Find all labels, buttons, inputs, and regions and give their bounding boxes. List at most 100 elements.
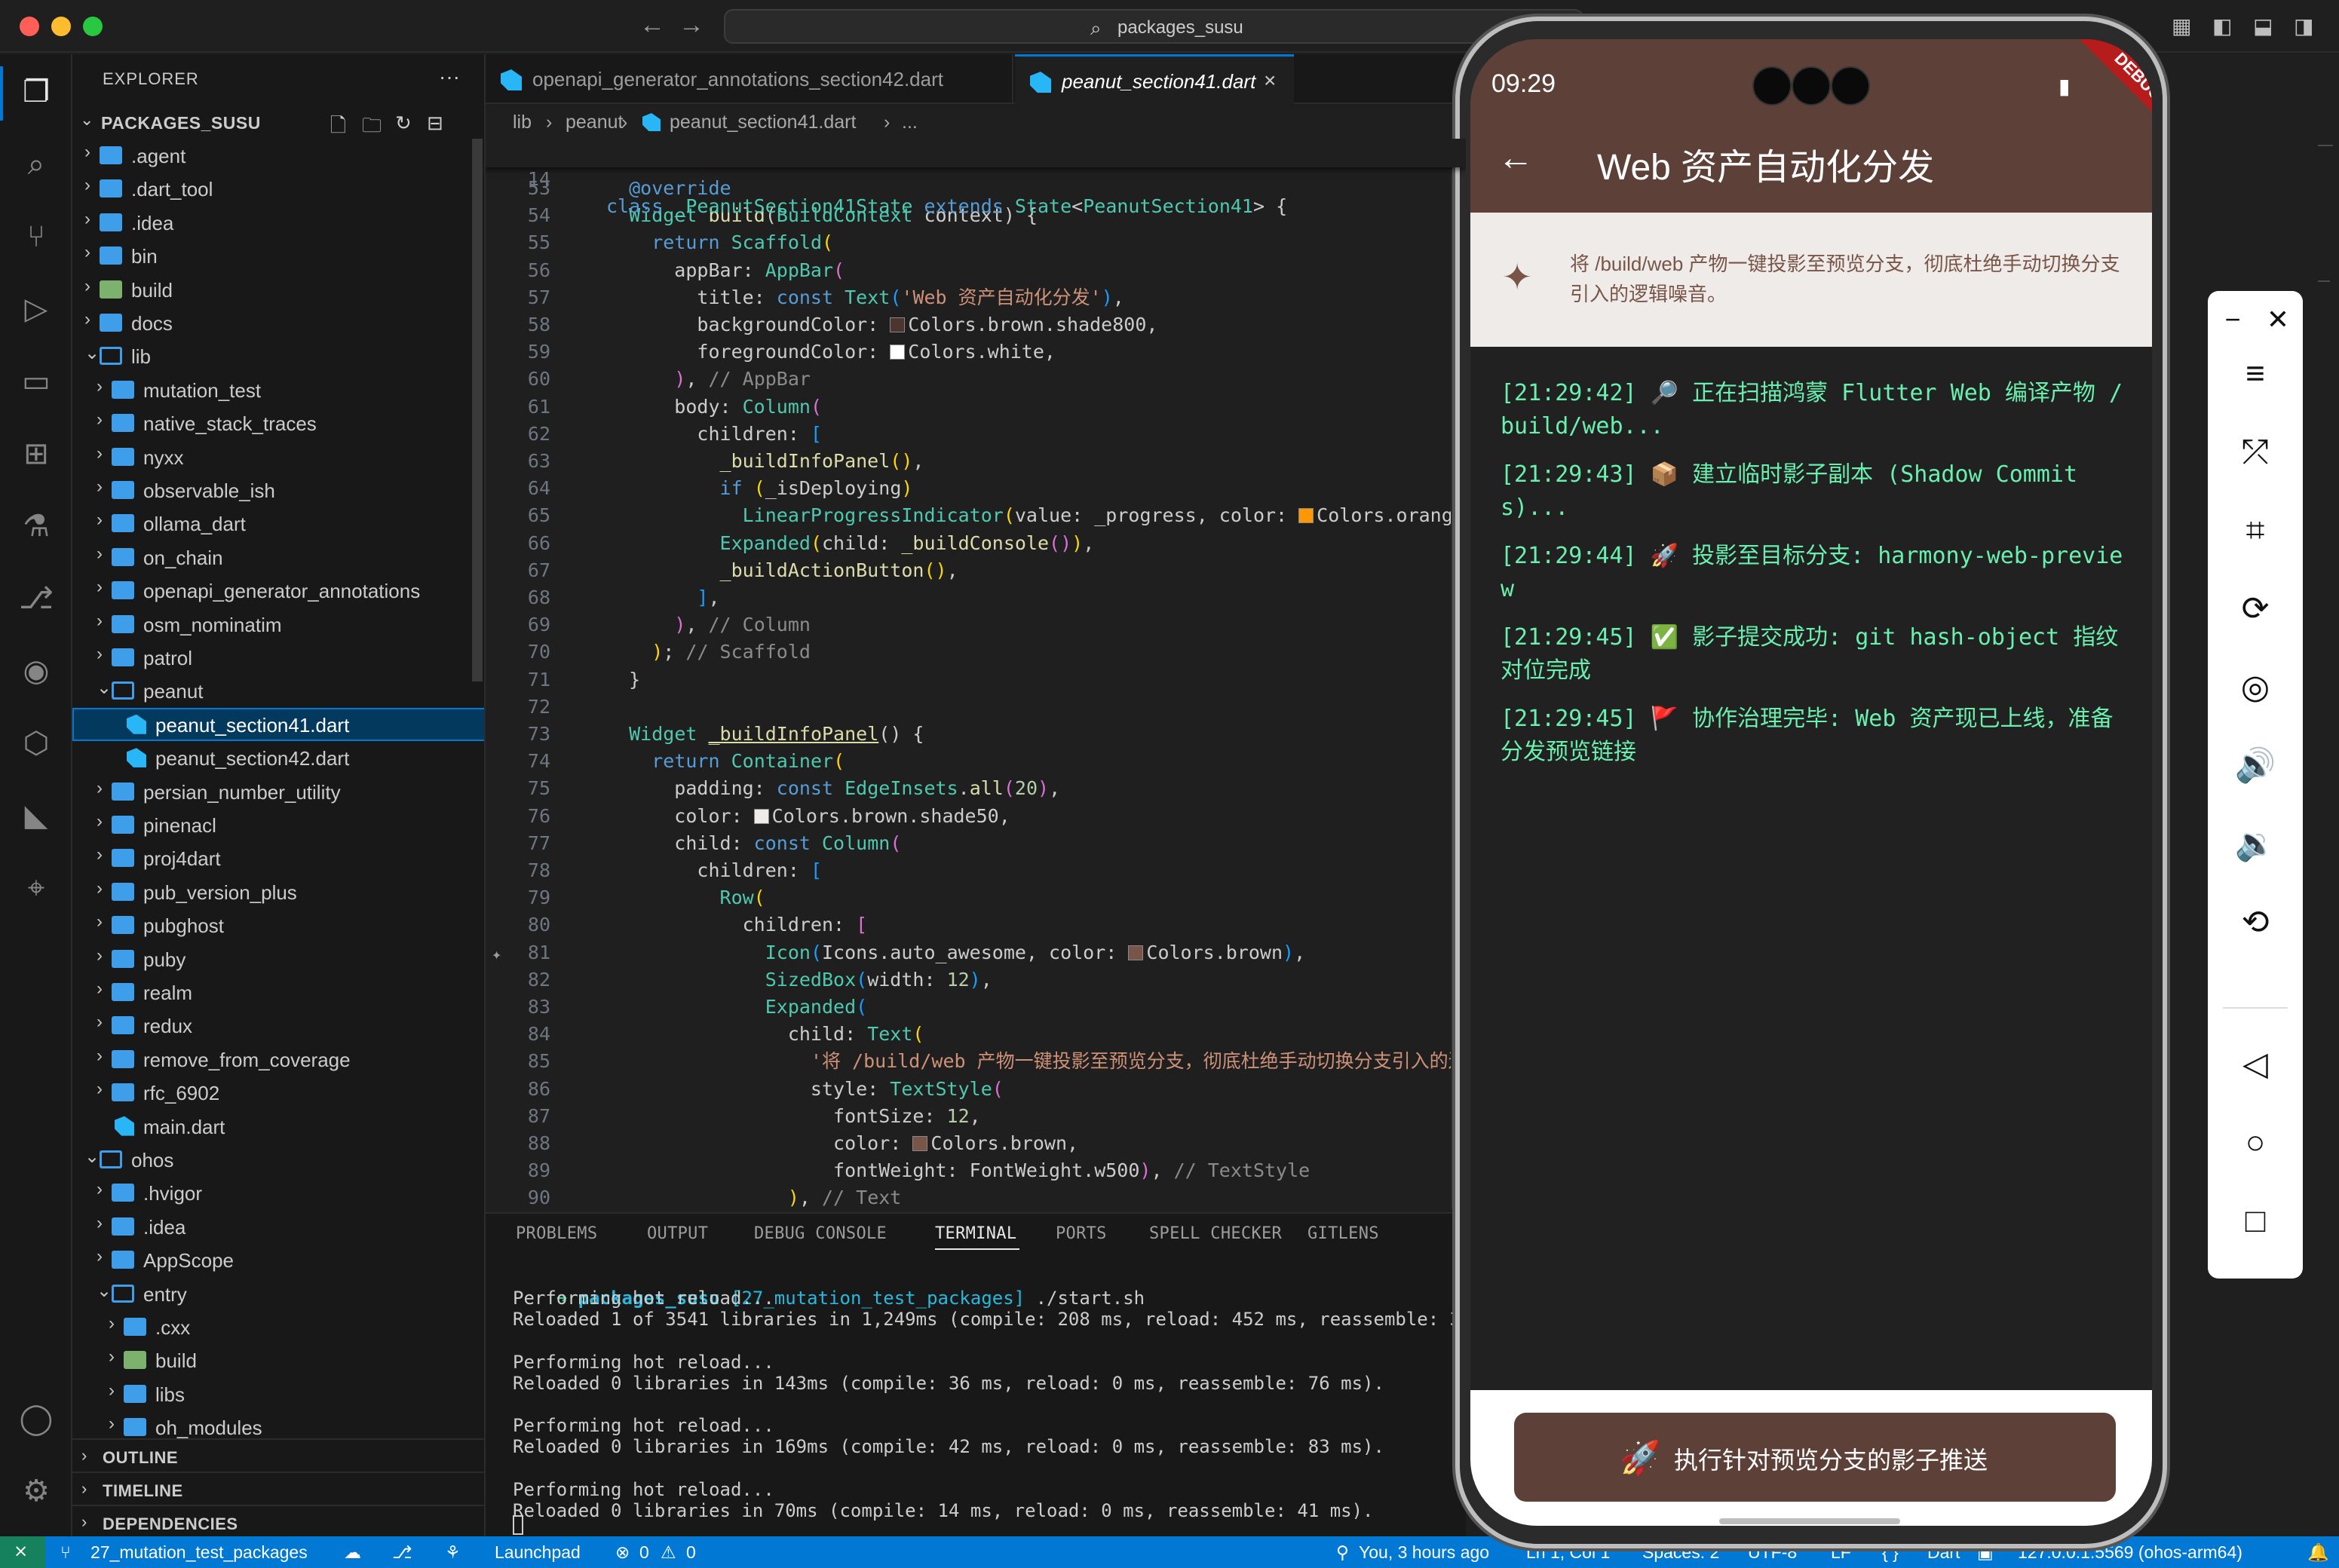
command-center[interactable]: ⌕ packages_susu <box>724 9 1583 44</box>
code-line[interactable]: 70 ); // Scaffold <box>486 639 1466 666</box>
folder-item[interactable]: › .agent <box>72 139 484 172</box>
folder-item[interactable]: › pubghost <box>72 908 484 942</box>
flutter-icon[interactable]: ◣ <box>18 798 54 834</box>
close-icon[interactable]: ✕ <box>2230 297 2325 342</box>
folder-item[interactable]: › build <box>72 1343 484 1377</box>
code-line[interactable]: 65 LinearProgressIndicator(value: _progr… <box>486 502 1466 529</box>
sync-icon[interactable]: ☁ <box>344 1542 361 1563</box>
breadcrumb-item[interactable]: peanut_section41.dart <box>670 112 856 133</box>
git-graph-icon[interactable]: ⎇ <box>392 1542 412 1563</box>
account-icon[interactable]: ◯ <box>18 1401 54 1437</box>
folder-item[interactable]: › docs <box>72 306 484 339</box>
folder-item[interactable]: › rfc_6902 <box>72 1076 484 1109</box>
tab-spell-checker[interactable]: SPELL CHECKER <box>1149 1224 1282 1243</box>
folder-item[interactable]: › redux <box>72 1009 484 1042</box>
code-line[interactable]: 84 child: Text( <box>486 1021 1466 1048</box>
remote-explorer-icon[interactable]: ▭ <box>18 363 54 400</box>
folder-item[interactable]: › .cxx <box>72 1310 484 1343</box>
folder-item[interactable]: › .idea <box>72 206 484 239</box>
code-editor[interactable]: 14 class _PeanutSection41State extends S… <box>486 139 1466 1212</box>
crop-icon[interactable]: ⌗ <box>2208 508 2303 553</box>
folder-item[interactable]: › nyxx <box>72 440 484 473</box>
back-arrow-icon[interactable]: ← <box>639 11 665 40</box>
code-line[interactable]: 76 color: Colors.brown.shade50, <box>486 803 1466 830</box>
workspace-root-header[interactable]: ⌄ PACKAGES_SUSU 🗋 🗀 ↻ ⊟ <box>72 106 484 139</box>
screenshot-icon[interactable]: ◎ <box>2208 665 2303 710</box>
tab-output[interactable]: OUTPUT <box>647 1224 708 1243</box>
folder-item[interactable]: › .hvigor <box>72 1176 484 1209</box>
folder-item[interactable]: › pinenacl <box>72 808 484 841</box>
sidebar-scrollbar[interactable] <box>472 139 483 681</box>
folder-item[interactable]: › remove_from_coverage <box>72 1043 484 1076</box>
folder-item[interactable]: › mutation_test <box>72 373 484 406</box>
home-icon[interactable]: ○ <box>2208 1120 2303 1165</box>
code-line[interactable]: 69 ), // Column <box>486 611 1466 639</box>
search-icon[interactable]: ⌕ <box>18 146 54 182</box>
git-graph-icon[interactable]: ⎇ <box>18 580 54 617</box>
tab-debug-console[interactable]: DEBUG CONSOLE <box>754 1224 887 1243</box>
code-line[interactable]: 75 padding: const EdgeInsets.all(20), <box>486 775 1466 802</box>
tab-openapi-section42[interactable]: openapi_generator_annotations_section42.… <box>486 54 1013 104</box>
folder-item[interactable]: › ollama_dart <box>72 507 484 540</box>
volume-down-icon[interactable]: 🔉 <box>2208 822 2303 867</box>
containers-icon[interactable]: ⬡ <box>18 725 54 761</box>
code-line[interactable]: 81 Icon(Icons.auto_awesome, color: Color… <box>486 939 1466 966</box>
timeline-section[interactable]: › TIMELINE <box>72 1472 484 1505</box>
tab-peanut-section41[interactable]: peanut_section41.dart × <box>1015 54 1294 104</box>
code-line[interactable]: 58 backgroundColor: Colors.brown.shade80… <box>486 311 1466 338</box>
sparkle-icon[interactable]: ✦ <box>492 945 501 964</box>
explorer-icon[interactable]: ❐ <box>18 74 54 110</box>
code-line[interactable]: 77 child: const Column( <box>486 830 1466 857</box>
gitlens-icon[interactable]: ◉ <box>18 653 54 689</box>
code-line[interactable]: 74 return Container( <box>486 748 1466 775</box>
code-line[interactable]: 64 if (_isDeploying) <box>486 475 1466 502</box>
collapse-all-icon[interactable]: ⊟ <box>427 112 443 135</box>
code-line[interactable]: 87 fontSize: 12, <box>486 1103 1466 1130</box>
outline-section[interactable]: › OUTLINE <box>72 1438 484 1472</box>
status-branch[interactable]: 27_mutation_test_packages <box>90 1542 308 1563</box>
sticky-scroll-line[interactable]: 14 class _PeanutSection41State extends S… <box>486 139 1466 217</box>
dependencies-section[interactable]: › DEPENDENCIES <box>72 1505 484 1536</box>
code-line[interactable]: 63 _buildInfoPanel(), <box>486 448 1466 475</box>
code-line[interactable]: 55 return Scaffold( <box>486 229 1466 256</box>
toggle-secondary-sidebar-icon[interactable]: ◨ <box>2294 14 2313 38</box>
inspect-icon[interactable]: ⌖ <box>18 870 54 906</box>
remote-indicator[interactable]: ⨯ <box>0 1536 45 1568</box>
code-line[interactable]: 82 SizedBox(width: 12), <box>486 966 1466 994</box>
tab-terminal[interactable]: TERMINAL <box>935 1224 1016 1243</box>
run-debug-icon[interactable]: ▷ <box>18 291 54 327</box>
code-line[interactable]: 62 children: [ <box>486 421 1466 448</box>
window-maximize-button[interactable] <box>83 17 103 36</box>
folder-item[interactable]: ⌄ entry <box>72 1277 484 1310</box>
folder-item[interactable]: › native_stack_traces <box>72 406 484 439</box>
code-line[interactable]: 56 appBar: AppBar( <box>486 257 1466 284</box>
code-line[interactable]: 80 children: [ <box>486 911 1466 939</box>
folder-item[interactable]: › build <box>72 273 484 306</box>
code-line[interactable]: 60 ), // AppBar <box>486 366 1466 393</box>
extensions-icon[interactable]: ⊞ <box>18 436 54 472</box>
layout-icon[interactable]: ▦ <box>2172 14 2191 38</box>
code-line[interactable]: 68 ], <box>486 584 1466 611</box>
code-line[interactable]: 83 Expanded( <box>486 994 1466 1021</box>
folder-item[interactable]: › pub_version_plus <box>72 875 484 908</box>
code-line[interactable]: 66 Expanded(child: _buildConsole()), <box>486 530 1466 557</box>
folder-item[interactable]: ⌄ peanut <box>72 674 484 707</box>
breadcrumb-item[interactable]: peanut <box>566 112 623 133</box>
code-line[interactable]: 61 body: Column( <box>486 394 1466 421</box>
folder-item[interactable]: ⌄ lib <box>72 339 484 372</box>
tab-problems[interactable]: PROBLEMS <box>516 1224 597 1243</box>
code-line[interactable]: 72 <box>486 694 1466 721</box>
toggle-sidebar-icon[interactable]: ◧ <box>2212 14 2232 38</box>
code-line[interactable]: 85 '将 /build/web 产物一键投影至预览分支，彻底杜绝手动切换分支引… <box>486 1048 1466 1075</box>
settings-icon[interactable]: ⚙ <box>18 1473 54 1509</box>
folder-item[interactable]: › persian_number_utility <box>72 775 484 808</box>
status-launchpad[interactable]: Launchpad <box>495 1542 581 1563</box>
close-icon[interactable]: × <box>1264 69 1276 93</box>
recents-icon[interactable]: □ <box>2208 1199 2303 1244</box>
folder-item[interactable]: › osm_nominatim <box>72 608 484 641</box>
breadcrumb-item[interactable]: ... <box>902 112 918 133</box>
notifications-icon[interactable]: 🔔 <box>2307 1542 2329 1563</box>
code-line[interactable]: 90 ), // Text <box>486 1184 1466 1211</box>
home-indicator[interactable] <box>1719 1518 1900 1524</box>
rotate-device-icon[interactable]: ⟲ <box>2208 900 2303 945</box>
